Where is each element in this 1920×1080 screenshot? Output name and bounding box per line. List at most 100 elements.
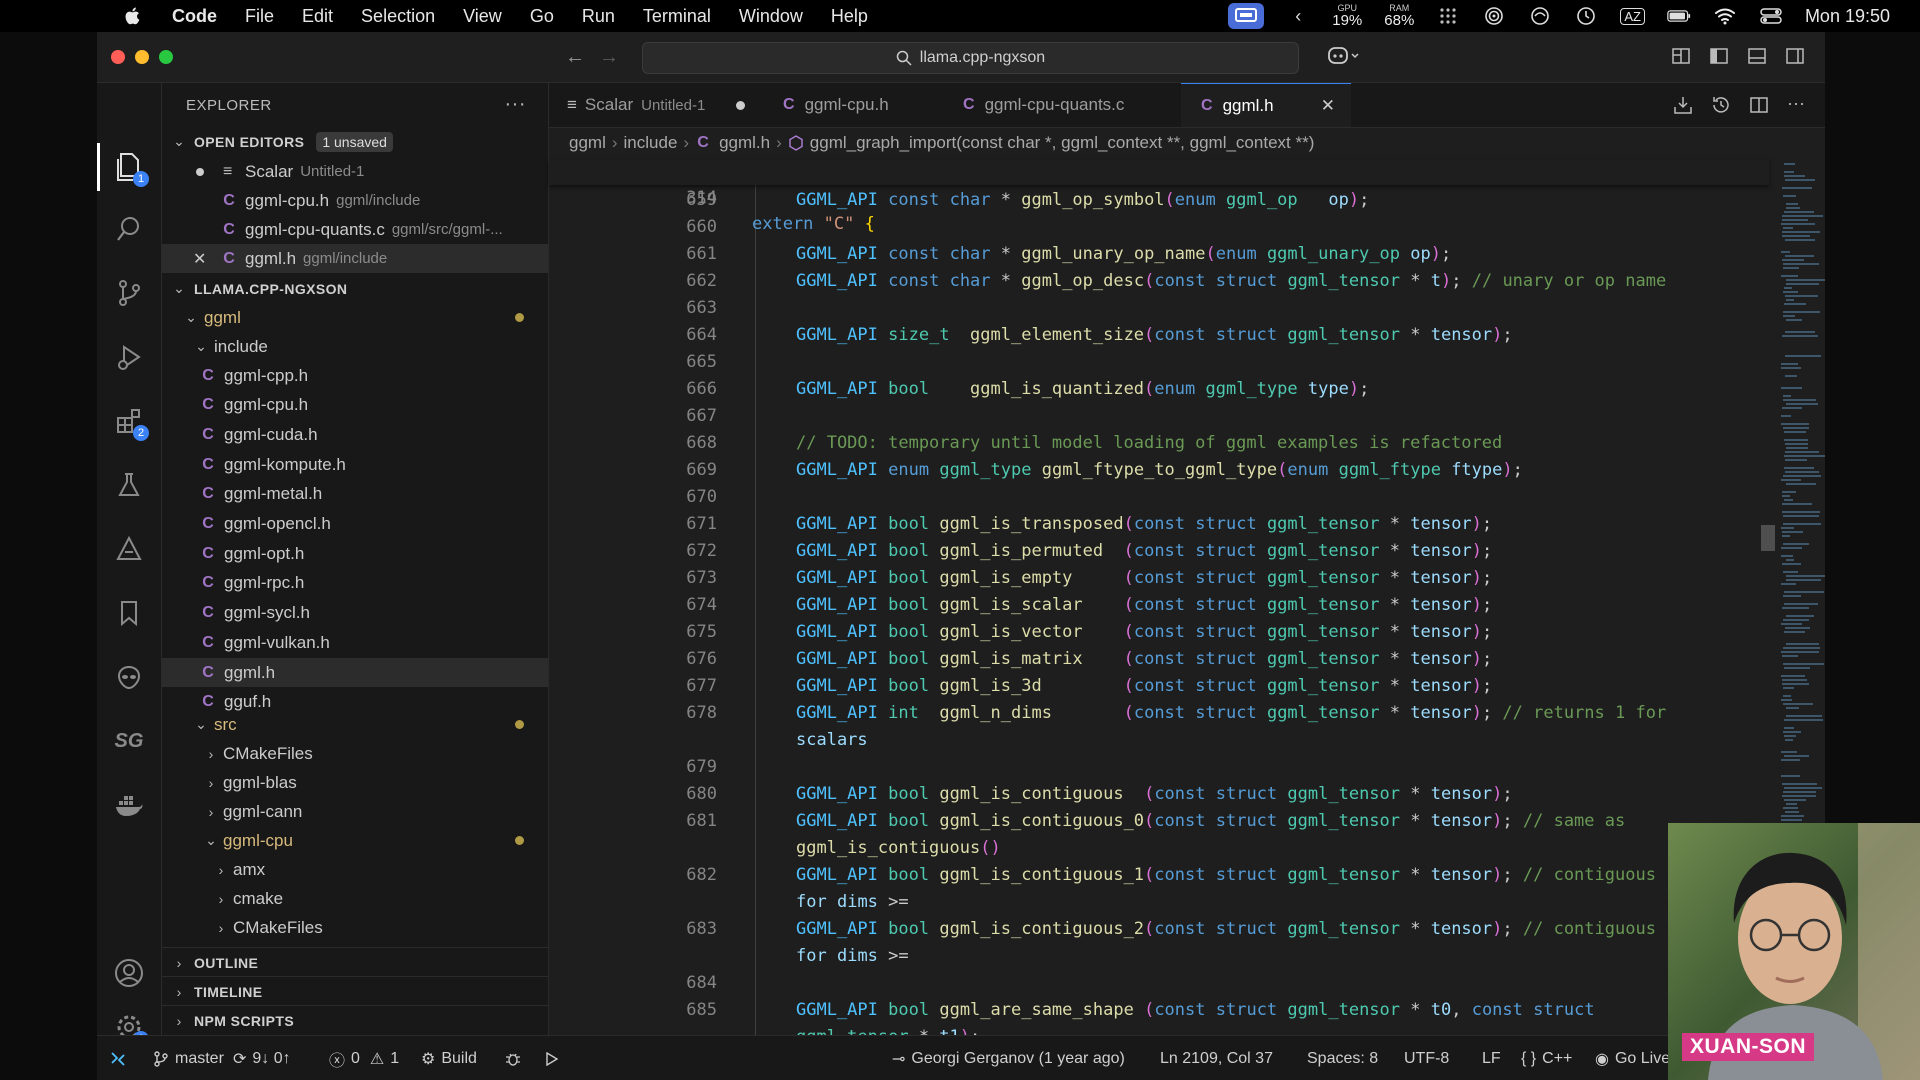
screen-mirror-icon[interactable] [1228, 3, 1265, 29]
copilot-activity[interactable] [113, 661, 145, 693]
close-window-button[interactable] [111, 50, 125, 64]
code-line[interactable]: 683 GGML_API bool ggml_is_contiguous_2(co… [549, 916, 1769, 943]
code-line[interactable]: 672 GGML_API bool ggml_is_permuted (const… [549, 538, 1769, 565]
code-line[interactable]: 668 // TODO: temporary until model loadin… [549, 430, 1769, 457]
unsaved-dot-icon[interactable] [736, 101, 745, 110]
menubar-clock[interactable]: Mon 19:50 [1805, 6, 1890, 27]
folder-cmakefiles[interactable]: › CMakeFiles [162, 739, 548, 768]
code-line[interactable]: 685 GGML_API bool ggml_are_same_shape (co… [549, 997, 1769, 1024]
sourcegraph-activity[interactable]: SG [113, 725, 145, 757]
code-line[interactable]: 661 GGML_API const char * ggml_unary_op_n… [549, 241, 1769, 268]
minimize-window-button[interactable] [135, 50, 149, 64]
open-editor-ggml-cpu-h[interactable]: C ggml-cpu.h ggml/include [162, 186, 548, 215]
menu-window[interactable]: Window [739, 6, 803, 27]
folder-include[interactable]: ⌄ include [162, 332, 548, 361]
code-line[interactable]: 674 GGML_API bool ggml_is_scalar (const s… [549, 592, 1769, 619]
ram-usage[interactable]: RAM 68% [1384, 4, 1414, 29]
code-line[interactable]: 673 GGML_API bool ggml_is_empty (const st… [549, 565, 1769, 592]
extensions-activity[interactable]: 2 [113, 405, 149, 441]
code-line[interactable]: 678 GGML_API int ggml_n_dims (const struc… [549, 700, 1769, 727]
more-actions-icon[interactable]: ··· [1787, 94, 1805, 115]
unsaved-dot-icon[interactable] [196, 167, 204, 176]
more-actions-icon[interactable]: ··· [505, 93, 526, 116]
code-line[interactable]: 670 [549, 484, 1769, 511]
forward-arrow-icon[interactable]: → [599, 46, 619, 69]
code-line[interactable]: 676 GGML_API bool ggml_is_matrix (const s… [549, 646, 1769, 673]
go-live-button[interactable]: ◉ Go Live [1595, 1036, 1670, 1080]
code-view[interactable]: 314 extern "C" { 659 GGML_API const char … [549, 159, 1775, 1047]
breadcrumb-ggml[interactable]: ggml [569, 133, 606, 153]
toggle-sidebar-icon[interactable] [1709, 46, 1729, 66]
tab-ggml-h[interactable]: C ggml.h ✕ [1181, 83, 1351, 127]
file-item[interactable]: Cggml-sycl.h [162, 599, 548, 628]
breadcrumb-include[interactable]: include [624, 133, 678, 153]
explorer-activity[interactable]: 1 [113, 151, 149, 187]
indentation[interactable]: Spaces: 8 [1307, 1036, 1378, 1080]
open-editors-section[interactable]: ⌄ OPEN EDITORS 1 unsaved [162, 127, 556, 156]
code-line[interactable]: 666 GGML_API bool ggml_is_quantized(enum … [549, 376, 1769, 403]
tab-scalar[interactable]: ≡ Scalar Untitled-1 [549, 83, 761, 127]
gpu-usage[interactable]: GPU 19% [1332, 4, 1362, 29]
remote-indicator[interactable] [97, 1036, 139, 1080]
folder-cpu-cmakefiles[interactable]: › CMakeFiles [162, 913, 548, 942]
build-button[interactable]: ⚙ Build [421, 1036, 477, 1080]
file-item[interactable]: Cggml-metal.h [162, 480, 548, 509]
time-machine-icon[interactable] [1574, 6, 1598, 26]
file-item[interactable]: Cggml.h [162, 658, 548, 687]
testing-activity[interactable] [113, 469, 145, 501]
code-line[interactable]: 664 GGML_API size_t ggml_element_size(con… [549, 322, 1769, 349]
menu-terminal[interactable]: Terminal [643, 6, 711, 27]
back-arrow-icon[interactable]: ← [565, 46, 585, 69]
workspace-section[interactable]: ⌄ LLAMA.CPP-NGXSON [162, 274, 556, 303]
tab-ggml-cpu-h[interactable]: C ggml-cpu.h [761, 83, 941, 127]
end-of-line[interactable]: LF [1482, 1036, 1501, 1080]
code-line[interactable]: ggml_is_contiguous() [549, 835, 1769, 862]
tab-ggml-cpu-quants-c[interactable]: C ggml-cpu-quants.c [941, 83, 1181, 127]
open-editor-ggml-cpu-quants-c[interactable]: C ggml-cpu-quants.c ggml/src/ggml-... [162, 215, 548, 244]
timeline-section[interactable]: › TIMELINE [162, 976, 556, 1006]
toggle-secondary-sidebar-icon[interactable] [1785, 46, 1805, 66]
docker-activity[interactable] [113, 789, 145, 821]
command-center-search[interactable]: llama.cpp-ngxson [642, 42, 1299, 74]
sticky-scroll-header[interactable]: 314 extern "C" { [549, 159, 1769, 234]
encoding[interactable]: UTF-8 [1404, 1036, 1449, 1080]
menu-edit[interactable]: Edit [302, 6, 333, 27]
file-item[interactable]: Cggml-rpc.h [162, 569, 548, 598]
menu-view[interactable]: View [463, 6, 502, 27]
chevron-left-icon[interactable]: ‹ [1286, 6, 1310, 26]
code-line[interactable]: 677 GGML_API bool ggml_is_3d (const struc… [549, 673, 1769, 700]
code-line[interactable]: 665 [549, 349, 1769, 376]
copilot-icon[interactable] [1327, 45, 1361, 72]
run-debug-activity[interactable] [113, 341, 145, 373]
menu-go[interactable]: Go [530, 6, 554, 27]
folder-ggml-cpu[interactable]: ⌄ ggml-cpu [162, 826, 548, 855]
accounts-activity[interactable] [113, 957, 145, 989]
bookmarks-activity[interactable] [113, 597, 145, 629]
code-line[interactable]: 680 GGML_API bool ggml_is_contiguous (con… [549, 781, 1769, 808]
debug-button[interactable] [505, 1036, 521, 1080]
outline-section[interactable]: › OUTLINE [162, 947, 556, 977]
folder-src[interactable]: ⌄ src [162, 710, 548, 739]
code-line[interactable]: 663 [549, 295, 1769, 322]
code-line[interactable]: 671 GGML_API bool ggml_is_transposed(cons… [549, 511, 1769, 538]
source-control-activity[interactable] [113, 277, 145, 309]
breadcrumb-file[interactable]: ggml.h [719, 133, 770, 153]
file-item[interactable]: Cggml-cuda.h [162, 420, 548, 449]
cursor-position[interactable]: Ln 2109, Col 37 [1160, 1036, 1273, 1080]
control-center-icon[interactable] [1759, 6, 1783, 26]
menu-app-name[interactable]: Code [172, 6, 217, 27]
branch-indicator[interactable]: master [153, 1036, 224, 1080]
download-inbox-icon[interactable] [1673, 95, 1693, 115]
code-line[interactable]: 667 [549, 403, 1769, 430]
code-line[interactable]: 660 [549, 214, 1769, 241]
menu-selection[interactable]: Selection [361, 6, 435, 27]
file-item[interactable]: Cggml-cpu.h [162, 391, 548, 420]
code-line[interactable]: 684 [549, 970, 1769, 997]
history-icon[interactable] [1711, 95, 1731, 115]
grid-dots-icon[interactable] [1436, 6, 1460, 26]
file-item[interactable]: Cggml-cpp.h [162, 361, 548, 390]
code-line[interactable]: 669 GGML_API enum ggml_type ggml_ftype_to… [549, 457, 1769, 484]
git-blame[interactable]: ⊸ Georgi Gerganov (1 year ago) [892, 1036, 1125, 1080]
folder-ggml-blas[interactable]: › ggml-blas [162, 768, 548, 797]
file-item[interactable]: Cggml-opt.h [162, 539, 548, 568]
